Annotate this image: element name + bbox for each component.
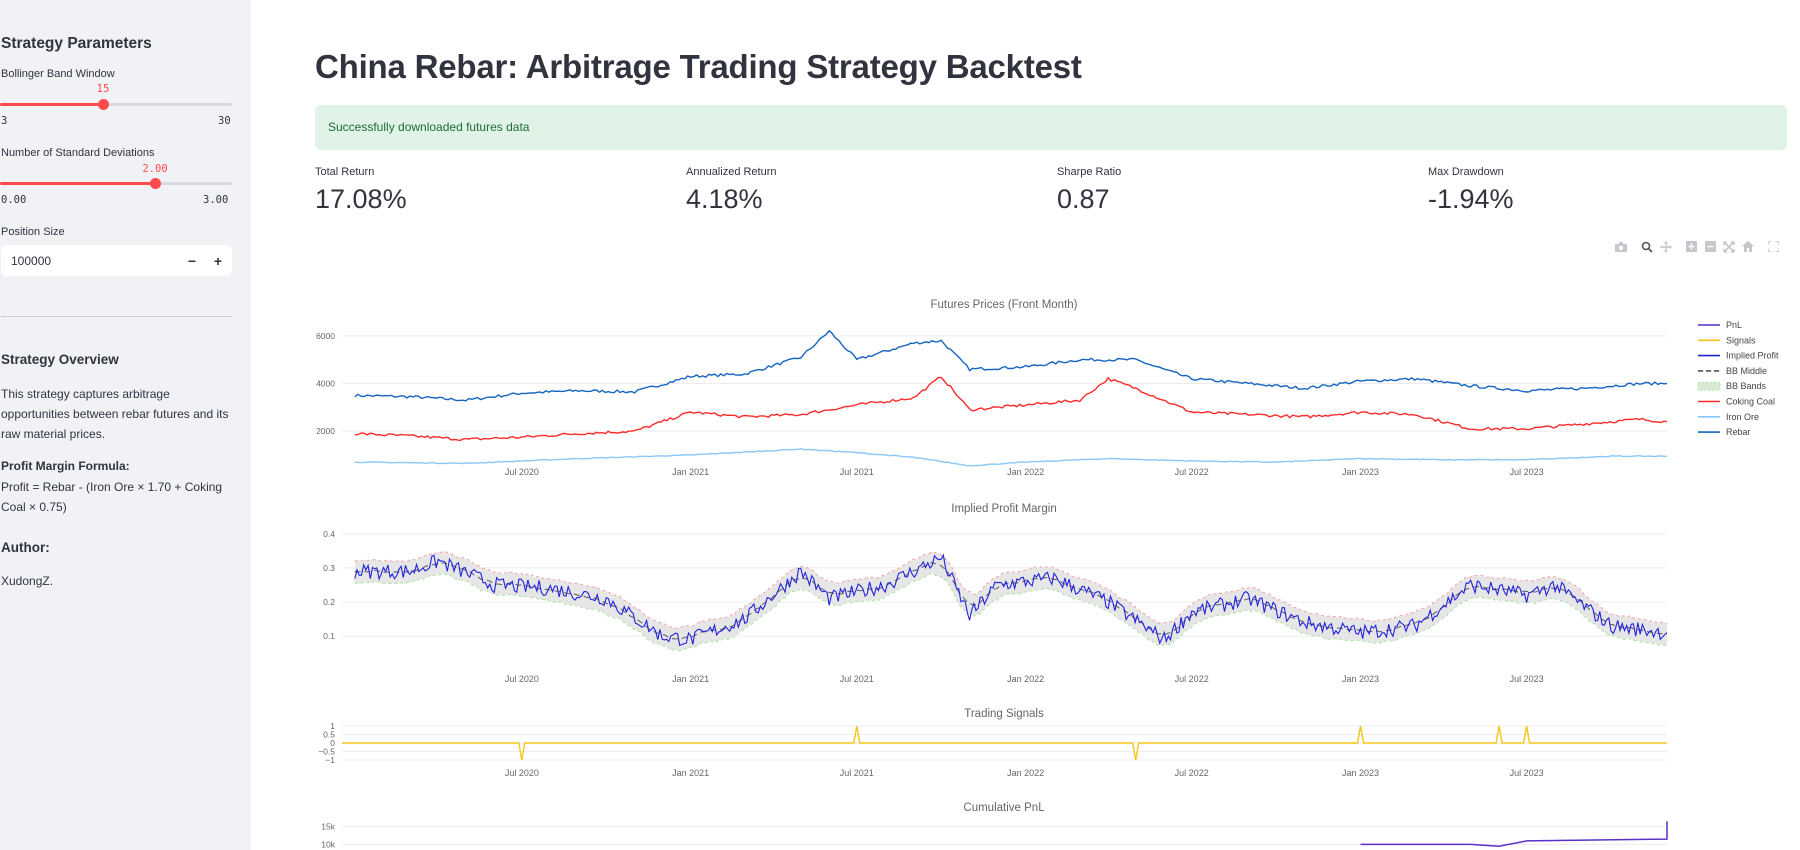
num-std-max: 3.00 (203, 194, 229, 206)
legend-item: Implied Profit (1726, 351, 1779, 361)
author-name: XudongZ. (1, 574, 54, 588)
futures-y-tick: 6000 (316, 331, 335, 341)
bb-window-slider[interactable] (0, 99, 232, 110)
pnl-line (1360, 821, 1668, 847)
success-alert: Successfully downloaded futures data (315, 105, 1787, 150)
overview-text: This strategy captures arbitrage opportu… (1, 387, 229, 441)
implied-x-tick: Jul 2020 (505, 674, 539, 684)
pnl-y-tick: 15k (321, 822, 335, 832)
formula-heading: Profit Margin Formula: (1, 459, 130, 473)
legend-item: Rebar (1726, 427, 1751, 437)
signals-x-tick: Jul 2021 (840, 768, 874, 778)
num-std-label: Number of Standard Deviations (1, 147, 155, 159)
signals-x-tick: Jan 2023 (1342, 768, 1379, 778)
legend-item: Coking Coal (1726, 397, 1775, 407)
legend-item: PnL (1726, 320, 1742, 330)
zoom-icon[interactable] (1640, 241, 1654, 255)
metric-annualized-return-value: 4.18% (686, 184, 763, 214)
implied-x-tick: Jan 2023 (1342, 674, 1379, 684)
legend-swatch (1697, 381, 1721, 391)
formula-text: Profit = Rebar - (Iron Ore × 1.70 + Coki… (1, 480, 223, 514)
bb-window-max: 30 (218, 115, 231, 127)
num-std-min: 0.00 (1, 194, 27, 206)
signals-line (342, 725, 1667, 761)
signals-x-tick: Jul 2022 (1175, 768, 1209, 778)
futures-x-tick: Jan 2022 (1007, 467, 1044, 477)
zoom-in-icon[interactable] (1684, 241, 1698, 255)
sidebar-divider (1, 316, 232, 317)
bb-window-label: Bollinger Band Window (1, 68, 115, 80)
bb-window-min: 3 (1, 115, 8, 127)
signals-x-tick: Jul 2023 (1510, 768, 1544, 778)
pan-icon[interactable] (1659, 241, 1673, 255)
camera-icon[interactable] (1614, 241, 1628, 255)
chart-title-implied-profit: Implied Profit Margin (951, 503, 1056, 515)
signals-x-tick: Jul 2020 (505, 768, 539, 778)
implied-x-tick: Jul 2023 (1510, 674, 1544, 684)
sidebar-title: Strategy Parameters (1, 35, 152, 52)
metric-max-drawdown-value: -1.94% (1428, 184, 1514, 214)
metric-annualized-return-label: Annualized Return (686, 166, 777, 178)
position-size-label: Position Size (1, 226, 65, 238)
position-size-input[interactable] (11, 245, 161, 276)
implied-y-tick: 0.1 (323, 631, 335, 641)
app-root: Strategy Parameters Bollinger Band Windo… (0, 0, 1800, 850)
implied-y-tick: 0.3 (323, 563, 335, 573)
decrement-button[interactable]: − (183, 252, 201, 270)
legend-item: BB Middle (1726, 366, 1767, 376)
bb-window-slider-fill (0, 103, 103, 106)
metric-max-drawdown-label: Max Drawdown (1428, 166, 1504, 178)
legend-item: Iron Ore (1726, 412, 1759, 422)
page-title: China Rebar: Arbitrage Trading Strategy … (315, 48, 1082, 85)
pnl-y-tick: 10k (321, 839, 335, 849)
sidebar: Strategy Parameters Bollinger Band Windo… (0, 0, 251, 850)
legend-item: BB Bands (1726, 381, 1767, 391)
metric-sharpe-value: 0.87 (1057, 184, 1110, 214)
implied-x-tick: Jan 2021 (672, 674, 709, 684)
num-std-slider-fill (0, 182, 155, 185)
futures-x-tick: Jul 2022 (1175, 467, 1209, 477)
signals-y-tick: −1 (325, 755, 335, 765)
num-std-slider[interactable] (0, 178, 232, 189)
implied-x-tick: Jul 2021 (840, 674, 874, 684)
implied-y-tick: 0.2 (323, 597, 335, 607)
autoscale-icon[interactable] (1722, 241, 1736, 255)
futures-x-tick: Jul 2023 (1510, 467, 1544, 477)
futures-series-iron-ore (354, 447, 1668, 467)
chart-title-futures: Futures Prices (Front Month) (931, 299, 1078, 311)
signals-x-tick: Jan 2022 (1007, 768, 1044, 778)
implied-x-tick: Jul 2022 (1175, 674, 1209, 684)
implied-y-tick: 0.4 (323, 529, 335, 539)
bb-window-value: 15 (96, 83, 110, 95)
futures-series-rebar (354, 329, 1668, 402)
chart-title-pnl: Cumulative PnL (963, 802, 1045, 814)
author-heading: Author: (1, 540, 50, 555)
backtest-chart[interactable]: Futures Prices (Front Month) 2000 4000 6000… (300, 280, 1780, 850)
signals-x-tick: Jan 2021 (672, 768, 709, 778)
legend-item: Signals (1726, 335, 1756, 345)
num-std-value: 2.00 (142, 163, 168, 175)
futures-y-tick: 4000 (316, 379, 335, 389)
futures-x-tick: Jan 2021 (672, 467, 709, 477)
bb-window-slider-thumb[interactable] (98, 99, 109, 110)
reset-axes-icon[interactable] (1741, 241, 1755, 255)
fullscreen-icon[interactable] (1766, 240, 1780, 255)
metric-sharpe-label: Sharpe Ratio (1057, 166, 1122, 178)
futures-y-tick: 2000 (316, 426, 335, 436)
futures-x-tick: Jul 2021 (840, 467, 874, 477)
futures-x-tick: Jan 2023 (1342, 467, 1379, 477)
num-std-slider-thumb[interactable] (150, 178, 161, 189)
increment-button[interactable]: + (209, 252, 227, 270)
position-size-field: − + (1, 245, 232, 276)
implied-x-tick: Jan 2022 (1007, 674, 1044, 684)
metric-total-return-label: Total Return (315, 166, 375, 178)
overview-heading: Strategy Overview (1, 352, 119, 367)
metric-total-return-value: 17.08% (315, 184, 407, 214)
zoom-out-icon[interactable] (1703, 241, 1717, 255)
futures-x-tick: Jul 2020 (505, 467, 539, 477)
success-alert-text: Successfully downloaded futures data (328, 120, 530, 134)
chart-title-signals: Trading Signals (964, 708, 1044, 720)
